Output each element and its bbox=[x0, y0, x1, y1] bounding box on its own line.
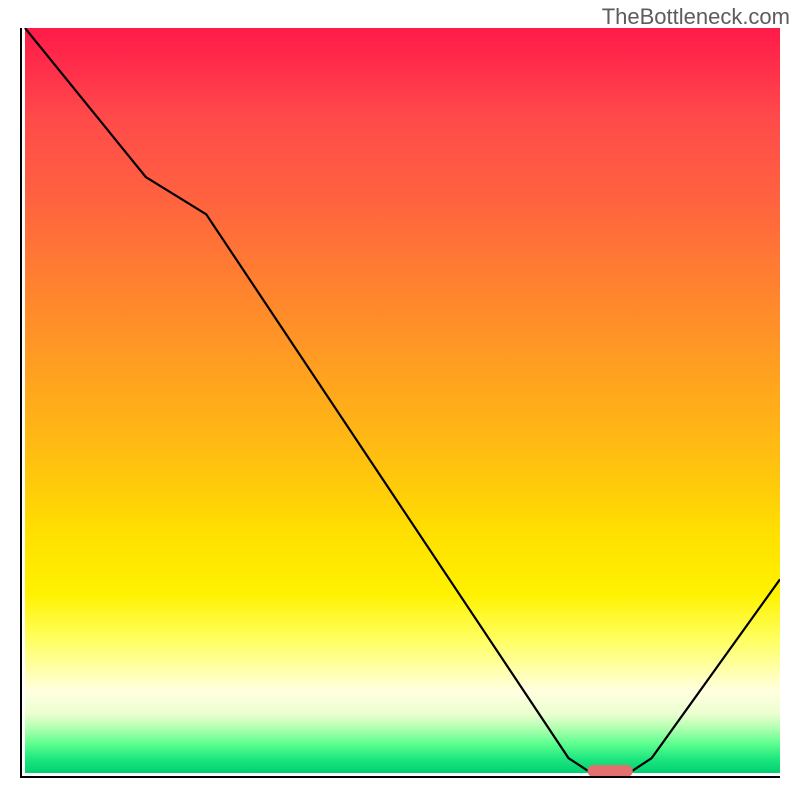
watermark-text: TheBottleneck.com bbox=[602, 4, 790, 30]
chart-container: TheBottleneck.com bbox=[0, 0, 800, 800]
plot-area bbox=[20, 28, 780, 778]
gradient-background bbox=[25, 28, 780, 773]
